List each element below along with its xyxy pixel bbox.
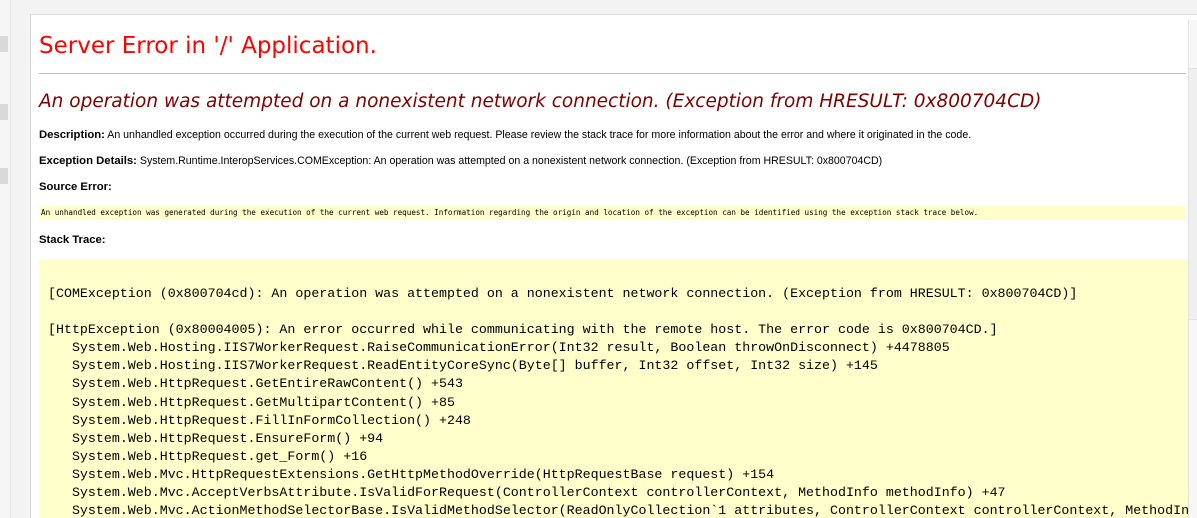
stack-trace-heading: Stack Trace:: [39, 234, 106, 246]
scrollbar-track[interactable]: [1189, 68, 1197, 320]
stack-trace-line: System.Web.Mvc.ActionMethodSelectorBase.…: [48, 503, 1190, 518]
exception-details-label: Exception Details:: [39, 155, 137, 167]
source-error-heading: Source Error:: [39, 181, 112, 193]
stack-trace-text: [COMException (0x800704cd): An operation…: [48, 285, 1189, 518]
source-error-box: An unhandled exception was generated dur…: [39, 206, 1185, 220]
error-page-frame: Server Error in '/' Application. An oper…: [30, 14, 1197, 518]
page-title: Server Error in '/' Application.: [39, 33, 377, 59]
vertical-scrollbar[interactable]: [1188, 20, 1197, 518]
stack-trace-line: System.Web.HttpRequest.FillInFormCollect…: [48, 412, 471, 428]
description-line: Description: An unhandled exception occu…: [39, 129, 971, 141]
stack-trace-line: System.Web.HttpRequest.get_Form() +16: [48, 448, 368, 464]
panel-marker: [0, 168, 8, 184]
stack-trace-box[interactable]: [COMException (0x800704cd): An operation…: [39, 259, 1197, 518]
stack-trace-line: System.Web.Hosting.IIS7WorkerRequest.Rea…: [48, 358, 878, 374]
stack-trace-line: System.Web.Mvc.AcceptVerbsAttribute.IsVa…: [48, 485, 1006, 501]
panel-marker: [0, 104, 8, 120]
title-divider: [39, 73, 1186, 74]
exception-details-text: System.Runtime.InteropServices.COMExcept…: [136, 155, 883, 167]
exception-details-line: Exception Details: System.Runtime.Intero…: [39, 155, 882, 167]
error-message: An operation was attempted on a nonexist…: [39, 91, 1042, 112]
description-label: Description:: [39, 129, 105, 141]
stack-trace-line: System.Web.HttpRequest.EnsureForm() +94: [48, 430, 384, 446]
stack-trace-line: System.Web.Mvc.HttpRequestExtensions.Get…: [48, 466, 775, 482]
stack-trace-line: System.Web.HttpRequest.GetMultipartConte…: [48, 394, 455, 410]
panel-marker: [0, 36, 8, 52]
stack-trace-line: [HttpException (0x80004005): An error oc…: [48, 322, 998, 338]
stack-trace-line: System.Web.Hosting.IIS7WorkerRequest.Rai…: [48, 340, 950, 356]
left-panel-edge: [0, 0, 11, 518]
stack-trace-line: [COMException (0x800704cd): An operation…: [48, 286, 1078, 301]
stack-trace-line: [48, 303, 1189, 321]
description-text: An unhandled exception occurred during t…: [104, 129, 972, 141]
stack-trace-line: System.Web.HttpRequest.GetEntireRawConte…: [48, 376, 463, 392]
